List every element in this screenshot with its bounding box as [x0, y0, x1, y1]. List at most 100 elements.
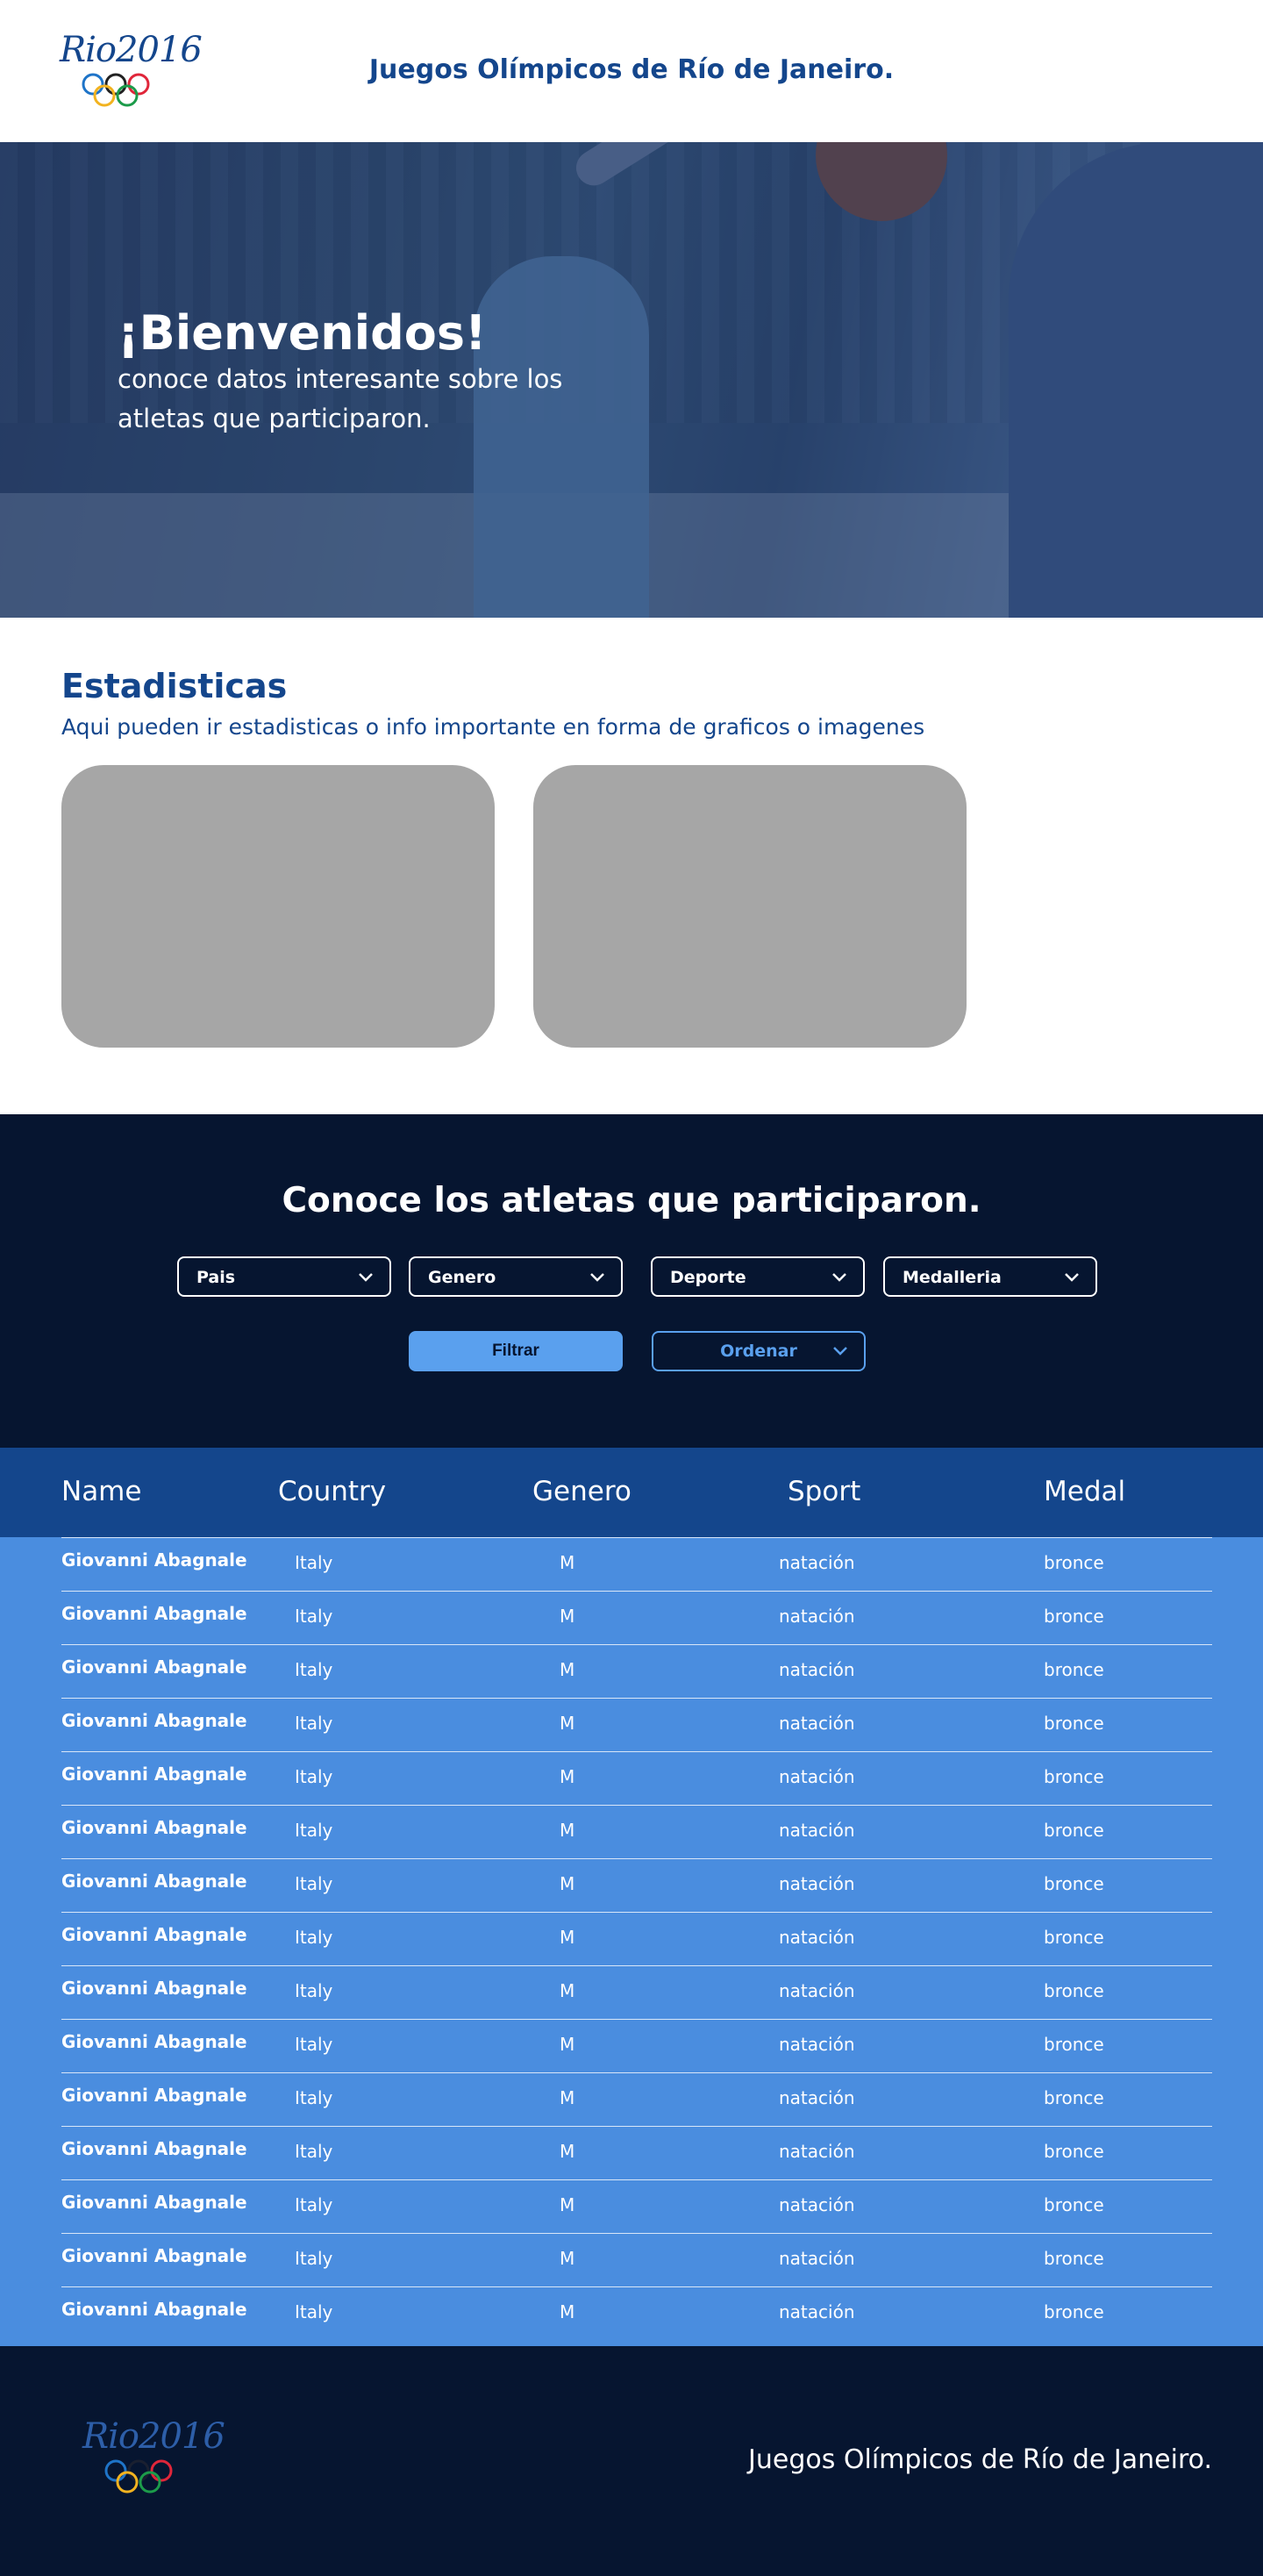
- cell-name: Giovanni Abagnale: [61, 1764, 247, 1785]
- athletes-title: Conoce los atletas que participaron.: [282, 1181, 981, 1220]
- cell-country: Italy: [295, 1659, 333, 1680]
- cell-medal: bronce: [1044, 2087, 1104, 2108]
- footer-rio2016-logo[interactable]: Rio2016: [82, 2416, 225, 2501]
- table-row[interactable]: Giovanni Abagnale Italy M natación bronc…: [0, 1805, 1263, 1858]
- stats-card-placeholder: [533, 765, 967, 1048]
- cell-sport: natación: [779, 1606, 855, 1627]
- row-divider: [61, 1644, 1212, 1645]
- cell-medal: bronce: [1044, 1659, 1104, 1680]
- cell-genero: M: [560, 2087, 575, 2108]
- cell-sport: natación: [779, 2194, 855, 2215]
- deporte-dropdown[interactable]: Deporte: [651, 1256, 865, 1297]
- table-row[interactable]: Giovanni Abagnale Italy M natación bronc…: [0, 1858, 1263, 1912]
- cell-name: Giovanni Abagnale: [61, 1871, 247, 1892]
- row-divider: [61, 2072, 1212, 2073]
- genero-dropdown-label: Genero: [428, 1268, 496, 1287]
- cell-medal: bronce: [1044, 1873, 1104, 1894]
- row-divider: [61, 1965, 1212, 1966]
- chevron-down-icon: [1065, 1273, 1079, 1282]
- cell-country: Italy: [295, 1552, 333, 1573]
- deporte-dropdown-label: Deporte: [670, 1268, 746, 1287]
- cell-name: Giovanni Abagnale: [61, 1817, 247, 1838]
- hero-title: ¡Bienvenidos!: [118, 305, 487, 361]
- table-row[interactable]: Giovanni Abagnale Italy M natación bronc…: [0, 1965, 1263, 2019]
- cell-genero: M: [560, 1606, 575, 1627]
- cell-name: Giovanni Abagnale: [61, 1924, 247, 1945]
- cell-country: Italy: [295, 1713, 333, 1734]
- medalleria-dropdown[interactable]: Medalleria: [883, 1256, 1097, 1297]
- table-row[interactable]: Giovanni Abagnale Italy M natación bronc…: [0, 1591, 1263, 1644]
- olympic-rings-icon: [104, 2459, 173, 2494]
- cell-genero: M: [560, 1659, 575, 1680]
- table-row[interactable]: Giovanni Abagnale Italy M natación bronc…: [0, 1751, 1263, 1805]
- table-row[interactable]: Giovanni Abagnale Italy M natación bronc…: [0, 1644, 1263, 1698]
- cell-sport: natación: [779, 2034, 855, 2055]
- cell-medal: bronce: [1044, 1927, 1104, 1948]
- stats-subtitle: Aqui pueden ir estadisticas o info impor…: [61, 714, 925, 740]
- cell-genero: M: [560, 2301, 575, 2322]
- row-divider: [61, 1591, 1212, 1592]
- ordenar-dropdown[interactable]: Ordenar: [652, 1331, 866, 1371]
- table-row[interactable]: Giovanni Abagnale Italy M natación bronc…: [0, 1537, 1263, 1591]
- cell-name: Giovanni Abagnale: [61, 2031, 247, 2052]
- cell-name: Giovanni Abagnale: [61, 1978, 247, 1999]
- cell-genero: M: [560, 1820, 575, 1841]
- footer-title: Juegos Olímpicos de Río de Janeiro.: [748, 2444, 1212, 2475]
- row-divider: [61, 1912, 1212, 1913]
- column-header-country[interactable]: Country: [278, 1476, 386, 1507]
- cell-genero: M: [560, 1713, 575, 1734]
- column-header-genero[interactable]: Genero: [532, 1476, 632, 1507]
- cell-country: Italy: [295, 2301, 333, 2322]
- pais-dropdown[interactable]: Pais: [177, 1256, 391, 1297]
- cell-country: Italy: [295, 1980, 333, 2001]
- column-header-name[interactable]: Name: [61, 1476, 141, 1507]
- cell-genero: M: [560, 1927, 575, 1948]
- column-header-medal[interactable]: Medal: [1044, 1476, 1125, 1507]
- hero-banner: ¡Bienvenidos! conoce datos interesante s…: [0, 142, 1263, 618]
- cell-name: Giovanni Abagnale: [61, 2085, 247, 2106]
- table-header: Name Country Genero Sport Medal: [0, 1448, 1263, 1537]
- table-row[interactable]: Giovanni Abagnale Italy M natación bronc…: [0, 2126, 1263, 2179]
- table-row[interactable]: Giovanni Abagnale Italy M natación bronc…: [0, 1912, 1263, 1965]
- cell-genero: M: [560, 2141, 575, 2162]
- chevron-down-icon: [359, 1273, 373, 1282]
- cell-genero: M: [560, 1873, 575, 1894]
- cell-medal: bronce: [1044, 2194, 1104, 2215]
- genero-dropdown[interactable]: Genero: [409, 1256, 623, 1297]
- cell-sport: natación: [779, 2087, 855, 2108]
- cell-medal: bronce: [1044, 2301, 1104, 2322]
- table-row[interactable]: Giovanni Abagnale Italy M natación bronc…: [0, 2072, 1263, 2126]
- stats-section: Estadisticas Aqui pueden ir estadisticas…: [0, 618, 1263, 1114]
- table-row[interactable]: Giovanni Abagnale Italy M natación bronc…: [0, 1698, 1263, 1751]
- table-row[interactable]: Giovanni Abagnale Italy M natación bronc…: [0, 2179, 1263, 2233]
- row-divider: [61, 1698, 1212, 1699]
- athletes-table: Giovanni Abagnale Italy M natación bronc…: [0, 1537, 1263, 2346]
- cell-country: Italy: [295, 1927, 333, 1948]
- cell-sport: natación: [779, 2301, 855, 2322]
- cell-medal: bronce: [1044, 2248, 1104, 2269]
- row-divider: [61, 2286, 1212, 2287]
- table-row[interactable]: Giovanni Abagnale Italy M natación bronc…: [0, 2233, 1263, 2286]
- cell-country: Italy: [295, 2141, 333, 2162]
- stats-card-placeholder: [61, 765, 495, 1048]
- table-row[interactable]: Giovanni Abagnale Italy M natación bronc…: [0, 2286, 1263, 2340]
- cell-sport: natación: [779, 1552, 855, 1573]
- filtrar-button[interactable]: Filtrar: [409, 1331, 623, 1371]
- cell-genero: M: [560, 2034, 575, 2055]
- row-divider: [61, 2233, 1212, 2234]
- cell-country: Italy: [295, 1606, 333, 1627]
- cell-medal: bronce: [1044, 1713, 1104, 1734]
- cell-medal: bronce: [1044, 1980, 1104, 2001]
- cell-country: Italy: [295, 2248, 333, 2269]
- cell-name: Giovanni Abagnale: [61, 1657, 247, 1678]
- ordenar-label: Ordenar: [720, 1342, 797, 1361]
- table-row[interactable]: Giovanni Abagnale Italy M natación bronc…: [0, 2019, 1263, 2072]
- cell-sport: natación: [779, 1927, 855, 1948]
- cell-sport: natación: [779, 1766, 855, 1787]
- cell-name: Giovanni Abagnale: [61, 1710, 247, 1731]
- chevron-down-icon: [833, 1347, 847, 1356]
- hero-subtitle: conoce datos interesante sobre los atlet…: [118, 364, 563, 433]
- row-divider: [61, 2126, 1212, 2127]
- cell-country: Italy: [295, 2034, 333, 2055]
- column-header-sport[interactable]: Sport: [788, 1476, 860, 1507]
